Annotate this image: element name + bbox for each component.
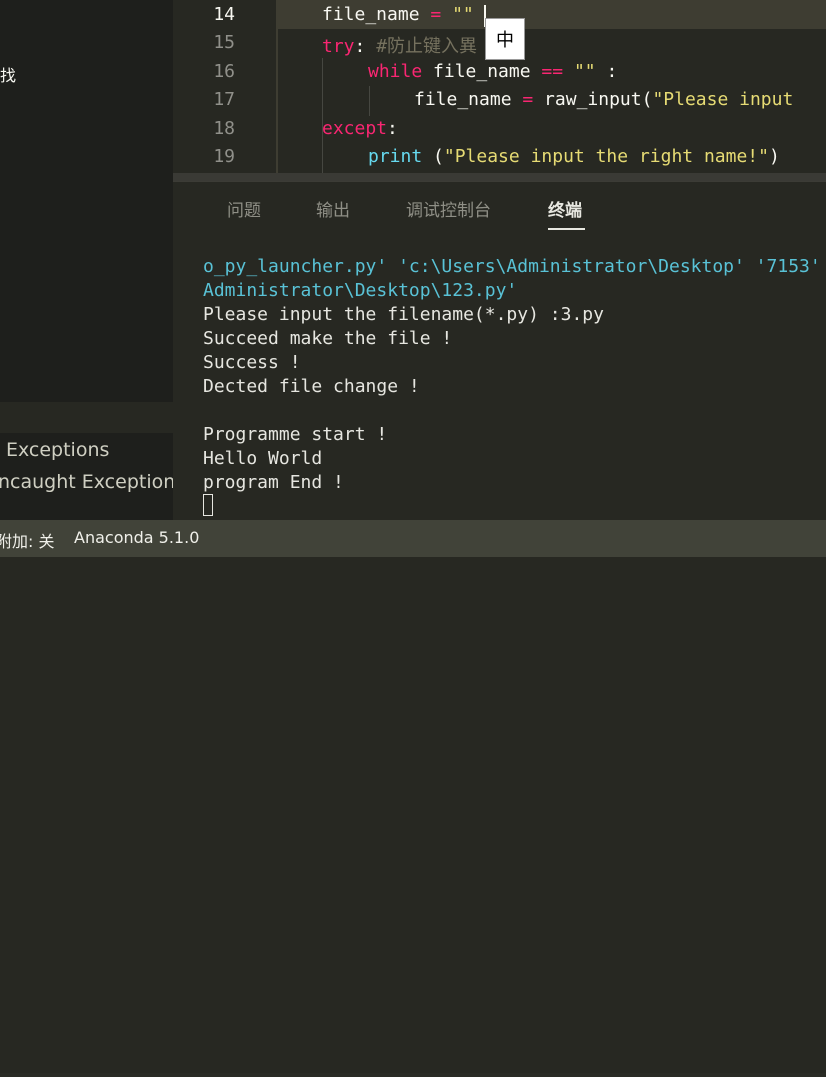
terminal-line: Please input the filename(*.py) :3.py	[203, 304, 604, 325]
sidebar: 找 Exceptions ncaught Exceptions	[0, 0, 185, 520]
editor-scroll-shadow	[173, 173, 826, 181]
status-interpreter[interactable]: Anaconda 5.1.0	[74, 528, 199, 547]
sidebar-top-pane: 找	[0, 0, 173, 402]
terminal-line: program End !	[203, 472, 344, 493]
code-line-17: file_name = raw_input("Please input	[414, 89, 805, 110]
code-line-19: print ("Please input the right name!")	[368, 146, 780, 167]
status-bar-bottom-edge	[0, 1073, 826, 1077]
tab-output[interactable]: 输出	[316, 196, 350, 221]
line-number: 15	[213, 32, 235, 53]
bottom-panel: 问题 输出 调试控制台 终端 o_py_launcher.py' 'c:\Use…	[173, 181, 826, 521]
code-line-15: try: #防止键入異	[322, 36, 478, 57]
terminal-line: Succeed make the file !	[203, 328, 453, 349]
terminal-line: Hello World	[203, 448, 323, 469]
code-line-18: except:	[322, 118, 398, 139]
line-number: 17	[213, 89, 235, 110]
breakpoint-exceptions[interactable]: Exceptions	[6, 439, 109, 461]
terminal-cursor	[203, 494, 213, 516]
line-number: 14	[213, 4, 235, 25]
status-attach[interactable]: 附加: 关	[0, 528, 54, 552]
terminal-line: Success !	[203, 352, 301, 373]
code-line-16: while file_name == "" :	[368, 61, 618, 82]
terminal-line: Dected file change !	[203, 376, 420, 397]
sidebar-divider-pane	[0, 402, 173, 433]
status-bar: 附加: 关 Anaconda 5.1.0	[0, 520, 826, 1077]
indent-guide	[369, 86, 370, 116]
terminal-line: Administrator\Desktop\123.py'	[203, 280, 518, 301]
tab-problems[interactable]: 问题	[227, 196, 261, 221]
tab-debug-console[interactable]: 调试控制台	[406, 196, 491, 221]
line-number: 18	[213, 118, 235, 139]
line-number-gutter: 14 15 16 17 18 19	[173, 0, 276, 181]
terminal-line: o_py_launcher.py' 'c:\Users\Administrato…	[203, 256, 821, 277]
tab-terminal[interactable]: 终端	[548, 196, 582, 221]
code-line-14: file_name = ""	[322, 4, 474, 25]
find-label[interactable]: 找	[0, 62, 16, 86]
ime-indicator[interactable]: 中	[485, 18, 525, 60]
breakpoint-uncaught-exceptions[interactable]: ncaught Exceptions	[0, 471, 185, 493]
terminal-line: Programme start !	[203, 424, 388, 445]
breakpoints-pane: Exceptions ncaught Exceptions	[0, 433, 185, 520]
line-number: 16	[213, 61, 235, 82]
gutter-divider	[276, 0, 278, 181]
line-number: 19	[213, 146, 235, 167]
active-tab-indicator	[548, 228, 585, 230]
